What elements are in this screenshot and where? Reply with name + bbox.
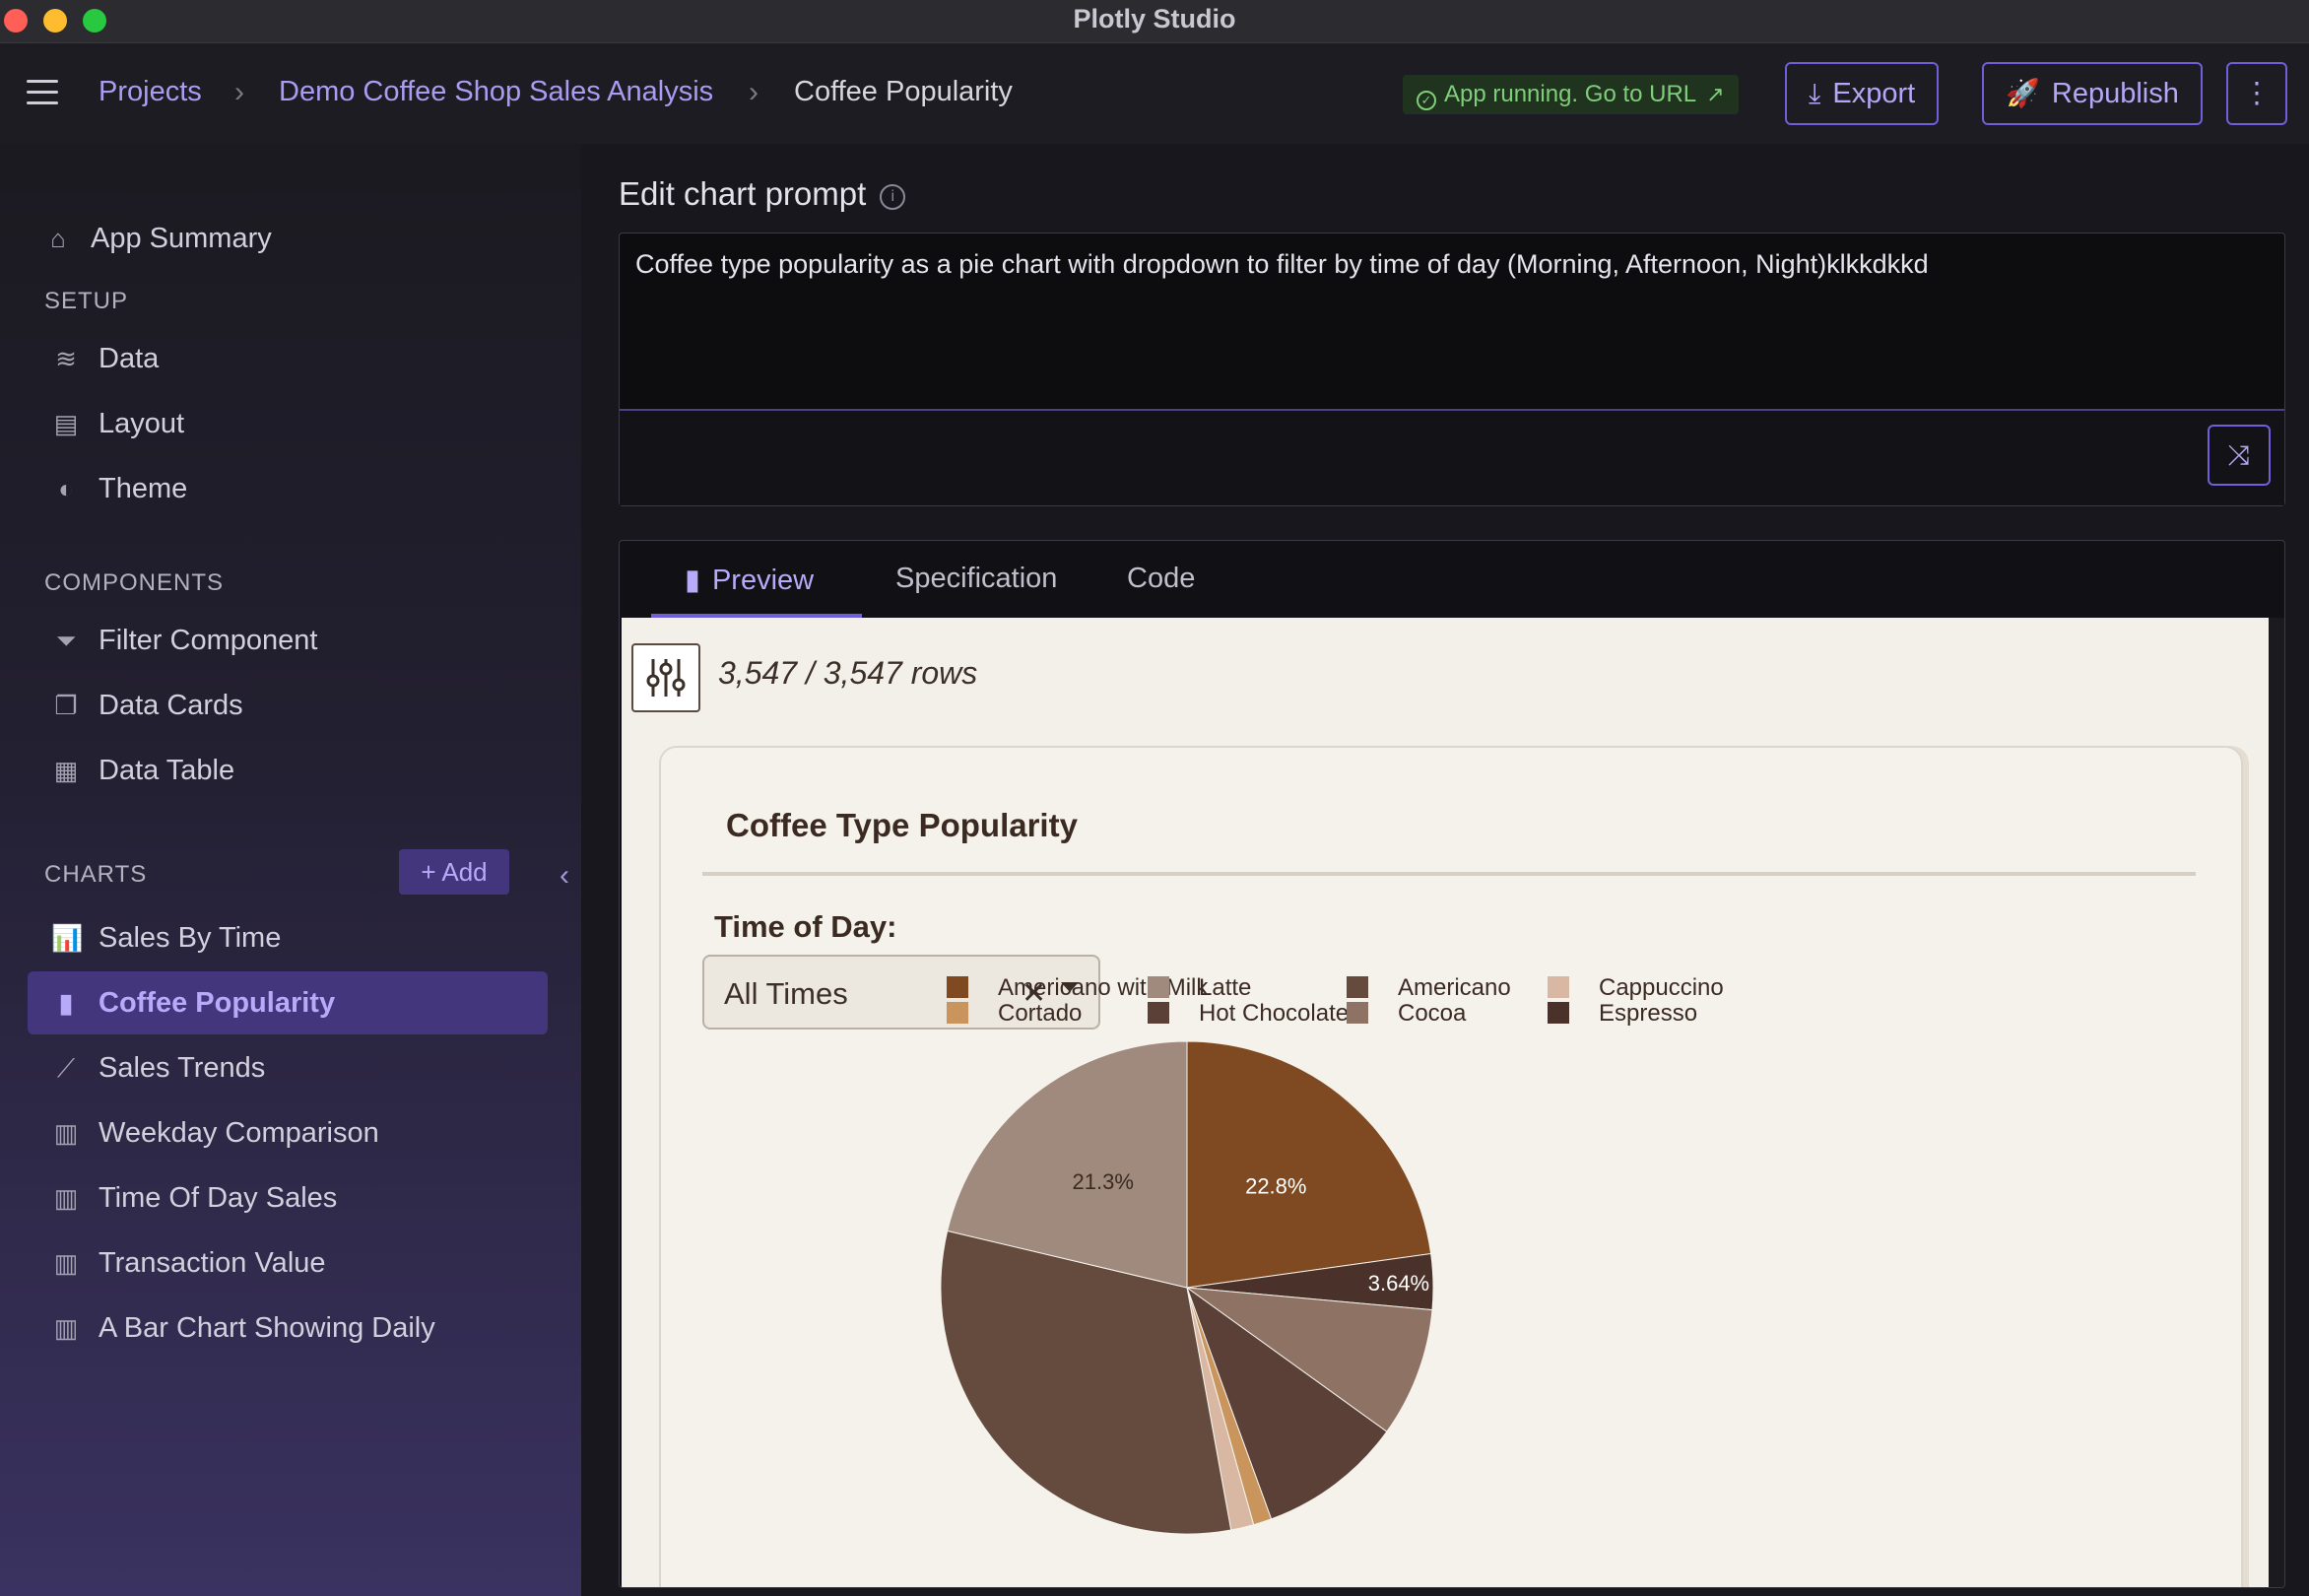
info-icon[interactable]: i (880, 184, 906, 210)
tab-label: Preview (711, 565, 815, 596)
prompt-editor: Coffee type popularity as a pie chart wi… (619, 233, 2285, 506)
sidebar-item-transaction-value[interactable]: ▥ Transaction Value (28, 1231, 548, 1295)
preview-scrollbar[interactable] (2269, 618, 2284, 1587)
bar-chart-icon: ▮ (58, 988, 74, 1018)
sidebar: ⌂ App Summary SETUP ≋ Data ▤ Layout ◐ Theme … (0, 144, 581, 1596)
sidebar-item-app-summary[interactable]: ⌂ App Summary (28, 207, 548, 270)
app-running-link[interactable]: ✓ App running. Go to URL ↗ (1403, 75, 1739, 114)
filter-settings-button[interactable] (631, 643, 700, 712)
app-running-label: App running. Go to URL (1444, 81, 1697, 107)
sidebar-item-layout[interactable]: ▤ Layout (28, 392, 548, 455)
sidebar-item-time-of-day-sales[interactable]: ▥ Time Of Day Sales (28, 1166, 548, 1230)
bar-chart-icon: ▥ (53, 1248, 79, 1278)
breadcrumb-project[interactable]: Demo Coffee Shop Sales Analysis (279, 76, 713, 108)
editor-title: Edit chart prompt (619, 175, 867, 212)
line-chart-icon: ⟋ (56, 1053, 76, 1083)
sidebar-item-label: Weekday Comparison (99, 1117, 379, 1149)
sidebar-item-label: Sales Trends (99, 1052, 266, 1084)
rocket-icon: 🚀 (2006, 78, 2040, 108)
shuffle-icon: ⤨ (2227, 439, 2251, 470)
breadcrumb-current: Coffee Popularity (794, 76, 1013, 107)
more-options-button[interactable]: ⋮ (2226, 62, 2287, 125)
sidebar-item-label: Coffee Popularity (99, 987, 336, 1019)
home-icon: ⌂ (50, 224, 66, 253)
bar-chart-icon: 📊 (51, 923, 84, 953)
sidebar-item-label: Transaction Value (99, 1247, 326, 1279)
download-icon: ⤓ (1809, 78, 1821, 108)
sidebar-item-label: Theme (99, 473, 188, 504)
sidebar-item-data-cards[interactable]: ❐ Data Cards (28, 674, 548, 737)
tab-preview[interactable]: ▮ Preview (685, 563, 814, 597)
cards-icon: ❐ (54, 691, 78, 720)
sidebar-item-coffee-popularity[interactable]: ▮ Coffee Popularity (28, 971, 548, 1034)
sidebar-item-label: Data Table (99, 755, 235, 786)
check-circle-icon: ✓ (1417, 91, 1436, 110)
pie-slice-label: 21.3% (1073, 1169, 1134, 1194)
sidebar-item-sales-trends[interactable]: ⟋ Sales Trends (28, 1036, 548, 1099)
add-chart-button[interactable]: + Add (399, 849, 509, 895)
prompt-textarea[interactable]: Coffee type popularity as a pie chart wi… (635, 249, 2261, 280)
pie-slice-label: 3.64% (1368, 1271, 1429, 1296)
window-title: Plotly Studio (1073, 4, 1236, 33)
shuffle-button[interactable]: ⤨ (2208, 425, 2271, 486)
sidebar-item-label: App Summary (91, 223, 272, 254)
sidebar-item-label: Data Cards (99, 690, 243, 721)
sidebar-item-label: A Bar Chart Showing Daily (99, 1312, 435, 1344)
sidebar-item-theme[interactable]: ◐ Theme (28, 457, 548, 520)
sidebar-item-label: Filter Component (99, 625, 318, 656)
filter-icon: ⏷ (55, 626, 77, 655)
menu-icon[interactable] (27, 80, 58, 105)
chevron-right-icon: › (234, 76, 244, 108)
sidebar-item-data[interactable]: ≋ Data (28, 327, 548, 390)
more-vertical-icon: ⋮ (2242, 78, 2272, 109)
table-icon: ▦ (53, 756, 79, 785)
sidebar-item-label: Time Of Day Sales (99, 1182, 338, 1214)
preview-canvas: 3,547 / 3,547 rows Coffee Type Popularit… (622, 618, 2269, 1587)
sidebar-item-label: Sales By Time (99, 922, 282, 954)
sliders-icon (646, 659, 686, 697)
tab-specification[interactable]: Specification (895, 563, 1057, 595)
database-icon: ≋ (55, 344, 77, 373)
prompt-footer: ⤨ (620, 411, 2284, 505)
bar-chart-icon: ▥ (53, 1118, 79, 1148)
edit-chart-prompt-title: Edit chart prompt i (619, 175, 906, 213)
sidebar-item-weekday-comparison[interactable]: ▥ Weekday Comparison (28, 1101, 548, 1164)
pie-slice[interactable] (1186, 1040, 1432, 1289)
republish-label: Republish (2051, 78, 2179, 109)
pie-chart: 22.8% 3.64% 21.3% (940, 1040, 1434, 1535)
charts-heading: CHARTS (44, 861, 148, 888)
export-button[interactable]: ⤓ Export (1785, 62, 1940, 125)
republish-button[interactable]: 🚀 Republish (1982, 62, 2203, 125)
chart-card: Coffee Type Popularity Time of Day: All … (659, 746, 2243, 1587)
bar-chart-icon: ▮ (685, 565, 700, 596)
pie-slice-label: 22.8% (1245, 1173, 1306, 1198)
sidebar-item-label: Data (99, 343, 160, 374)
layout-icon: ▤ (53, 409, 79, 438)
sidebar-item-filter-component[interactable]: ⏷ Filter Component (28, 609, 548, 672)
breadcrumb-projects[interactable]: Projects (99, 76, 202, 108)
collapse-sidebar-icon[interactable]: ‹ (560, 859, 569, 893)
window-titlebar: Plotly Studio (0, 0, 2309, 43)
app-header: Projects › Demo Coffee Shop Sales Analys… (0, 43, 2309, 144)
sidebar-item-sales-by-time[interactable]: 📊 Sales By Time (28, 906, 548, 969)
sidebar-item-label: Layout (99, 408, 185, 439)
components-heading: COMPONENTS (44, 569, 225, 596)
external-link-icon: ↗ (1706, 82, 1725, 106)
sidebar-item-data-table[interactable]: ▦ Data Table (28, 739, 548, 802)
tab-code[interactable]: Code (1127, 563, 1195, 595)
setup-heading: SETUP (44, 288, 129, 314)
bar-chart-icon: ▥ (53, 1313, 79, 1343)
row-count: 3,547 / 3,547 rows (718, 655, 978, 691)
chevron-right-icon: › (749, 76, 759, 108)
palette-icon: ◐ (58, 474, 74, 503)
export-label: Export (1832, 78, 1916, 109)
sidebar-item-daily-bar-chart[interactable]: ▥ A Bar Chart Showing Daily (28, 1297, 548, 1360)
preview-panel: ▮ Preview Specification Code 3,547 / 3,54… (619, 540, 2285, 1588)
bar-chart-icon: ▥ (53, 1183, 79, 1213)
